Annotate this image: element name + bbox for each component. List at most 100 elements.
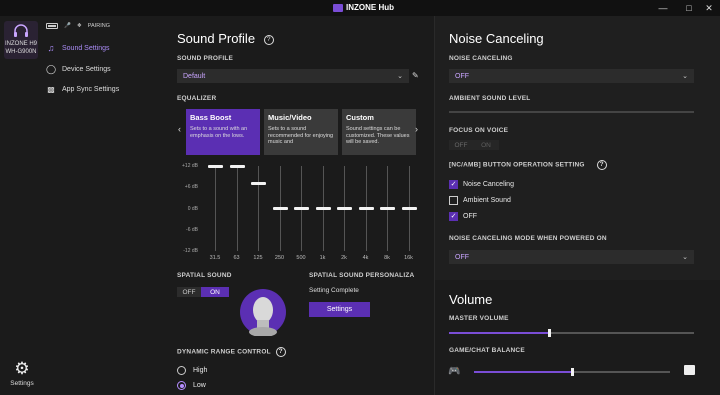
- setting-complete-text: Setting Complete: [309, 287, 359, 294]
- option-noise-canceling[interactable]: ✓ Noise Canceling: [449, 180, 514, 189]
- dr-high-label: High: [193, 367, 208, 374]
- ambient-sound-slider[interactable]: [449, 111, 694, 113]
- noise-canceling-title: Noise Canceling: [449, 31, 544, 46]
- eq-band-knob[interactable]: [380, 207, 395, 210]
- preset-card-custom[interactable]: Custom Sound settings can be customized.…: [342, 109, 416, 155]
- device-status-bar: 🎤 ❖ PAIRING: [46, 21, 110, 31]
- radio-high[interactable]: [177, 366, 186, 375]
- help-icon[interactable]: ?: [263, 34, 274, 45]
- preset-title: Music/Video: [268, 113, 312, 122]
- pairing-label: PAIRING: [87, 23, 111, 29]
- focus-on-voice-label: FOCUS ON VOICE: [449, 127, 509, 134]
- eq-band-track: [258, 166, 259, 251]
- maximize-icon[interactable]: □: [682, 2, 696, 14]
- chevron-right-icon[interactable]: ›: [415, 124, 418, 134]
- gear-icon: ⚙: [14, 359, 30, 378]
- game-chat-balance-slider[interactable]: [474, 368, 670, 376]
- eq-band-knob[interactable]: [251, 182, 266, 186]
- volume-title: Volume: [449, 292, 493, 307]
- edit-pencil-icon[interactable]: ✎: [412, 71, 419, 80]
- checkbox-off[interactable]: ✓: [449, 212, 458, 221]
- app-title: INZONE Hub: [346, 3, 394, 12]
- eq-band-knob[interactable]: [337, 207, 352, 210]
- eq-band-knob[interactable]: [294, 207, 309, 210]
- eq-band-label: 250: [274, 255, 285, 261]
- head-avatar-icon: [240, 289, 286, 336]
- eq-band-label: 1k: [319, 255, 326, 261]
- eq-band-knob[interactable]: [358, 207, 374, 210]
- nc-dropdown[interactable]: OFF ⌄: [449, 69, 694, 83]
- sidebar-item-device-settings[interactable]: ◯ Device Settings: [46, 62, 111, 76]
- sound-profile-label: SOUND PROFILE: [177, 55, 234, 62]
- preset-title: Bass Boost: [190, 113, 232, 122]
- equalizer: +12 dB +6 dB 0 dB -6 dB -12 dB 31.5 63 125 250 50…: [176, 163, 426, 268]
- sound-profile-dropdown[interactable]: Default ⌄: [177, 69, 409, 83]
- eq-band-knob[interactable]: [229, 164, 245, 168]
- minimize-icon[interactable]: —: [656, 2, 670, 14]
- eq-tick-label: -12 dB: [183, 248, 198, 254]
- spatial-settings-button[interactable]: Settings: [309, 302, 370, 317]
- toggle-on: ON: [473, 140, 499, 150]
- nc-value: OFF: [455, 72, 469, 80]
- option-label: OFF: [463, 213, 477, 220]
- eq-band-label: 31.5: [209, 255, 221, 261]
- headphones-icon: ◯: [46, 63, 57, 74]
- checkbox-noise-canceling[interactable]: ✓: [449, 180, 458, 189]
- battery-icon: [46, 23, 58, 29]
- preset-title: Custom: [346, 113, 374, 122]
- dr-low-label: Low: [193, 382, 206, 389]
- bluetooth-icon: ❖: [76, 23, 82, 29]
- spatial-personalize-label: SPATIAL SOUND PERSONALIZA: [309, 272, 415, 279]
- eq-band-knob[interactable]: [401, 207, 417, 210]
- sidebar-item-label: App Sync Settings: [62, 85, 120, 93]
- ambient-sound-label: AMBIENT SOUND LEVEL: [449, 95, 531, 102]
- eq-band-label: 8k: [384, 255, 390, 261]
- powered-on-dropdown[interactable]: OFF ⌄: [449, 250, 694, 264]
- master-volume-slider[interactable]: [449, 329, 694, 337]
- eq-tick-label: 0 dB: [187, 205, 198, 212]
- checkbox-ambient-sound[interactable]: [449, 196, 458, 205]
- sidebar-item-label: Sound Settings: [62, 44, 110, 52]
- preset-desc: Sets to a sound recommended for enjoying…: [268, 126, 334, 145]
- dr-option-low[interactable]: Low: [177, 381, 206, 390]
- preset-card-bass-boost[interactable]: Bass Boost Sets to a sound with an empha…: [186, 109, 260, 155]
- toggle-on: ON: [201, 287, 229, 297]
- slider-knob[interactable]: [571, 368, 574, 376]
- dr-option-high[interactable]: High: [177, 366, 207, 375]
- powered-on-value: OFF: [455, 253, 469, 261]
- preset-card-music-video[interactable]: Music/Video Sets to a sound recommended …: [264, 109, 338, 155]
- help-icon[interactable]: ?: [275, 347, 286, 357]
- toggle-off: OFF: [449, 140, 473, 150]
- sidebar-item-label: Device Settings: [62, 65, 111, 73]
- dynamic-range-label-text: DYNAMIC RANGE CONTROL: [177, 348, 271, 356]
- sidebar-item-app-sync-settings[interactable]: ▩ App Sync Settings: [46, 82, 119, 96]
- settings-button[interactable]: ⚙ Settings: [8, 360, 36, 387]
- option-ambient-sound[interactable]: Ambient Sound: [449, 196, 511, 205]
- eq-band-label: 4k: [362, 255, 369, 261]
- option-label: Ambient Sound: [463, 197, 511, 204]
- eq-band-knob[interactable]: [208, 164, 223, 168]
- option-off[interactable]: ✓ OFF: [449, 212, 477, 221]
- radio-low[interactable]: [177, 381, 186, 390]
- powered-on-label: NOISE CANCELING MODE WHEN POWERED ON: [449, 235, 607, 242]
- chevron-left-icon[interactable]: ‹: [178, 124, 181, 134]
- spatial-sound-label: SPATIAL SOUND: [177, 272, 232, 279]
- sound-profile-title-text: Sound Profile: [177, 31, 256, 46]
- slider-knob[interactable]: [548, 329, 551, 337]
- sidebar-item-sound-settings[interactable]: ♫ Sound Settings: [46, 41, 110, 55]
- eq-tick-label: +12 dB: [182, 163, 198, 169]
- eq-tick-label: +6 dB: [184, 184, 198, 191]
- spatial-sound-toggle[interactable]: OFF ON: [177, 287, 229, 297]
- gamepad-icon: 🎮: [448, 366, 461, 377]
- chevron-down-icon: ⌄: [397, 73, 403, 80]
- slider-fill: [474, 371, 572, 373]
- eq-band-knob[interactable]: [272, 207, 288, 210]
- close-icon[interactable]: ✕: [702, 2, 716, 14]
- focus-on-voice-toggle[interactable]: OFF ON: [449, 140, 499, 150]
- chevron-down-icon: ⌄: [682, 254, 688, 261]
- headset-icon: [14, 24, 28, 37]
- eq-band-knob[interactable]: [315, 207, 331, 210]
- option-label: Noise Canceling: [463, 181, 514, 188]
- help-icon[interactable]: ?: [596, 160, 607, 170]
- nc-label: NOISE CANCELING: [449, 55, 513, 62]
